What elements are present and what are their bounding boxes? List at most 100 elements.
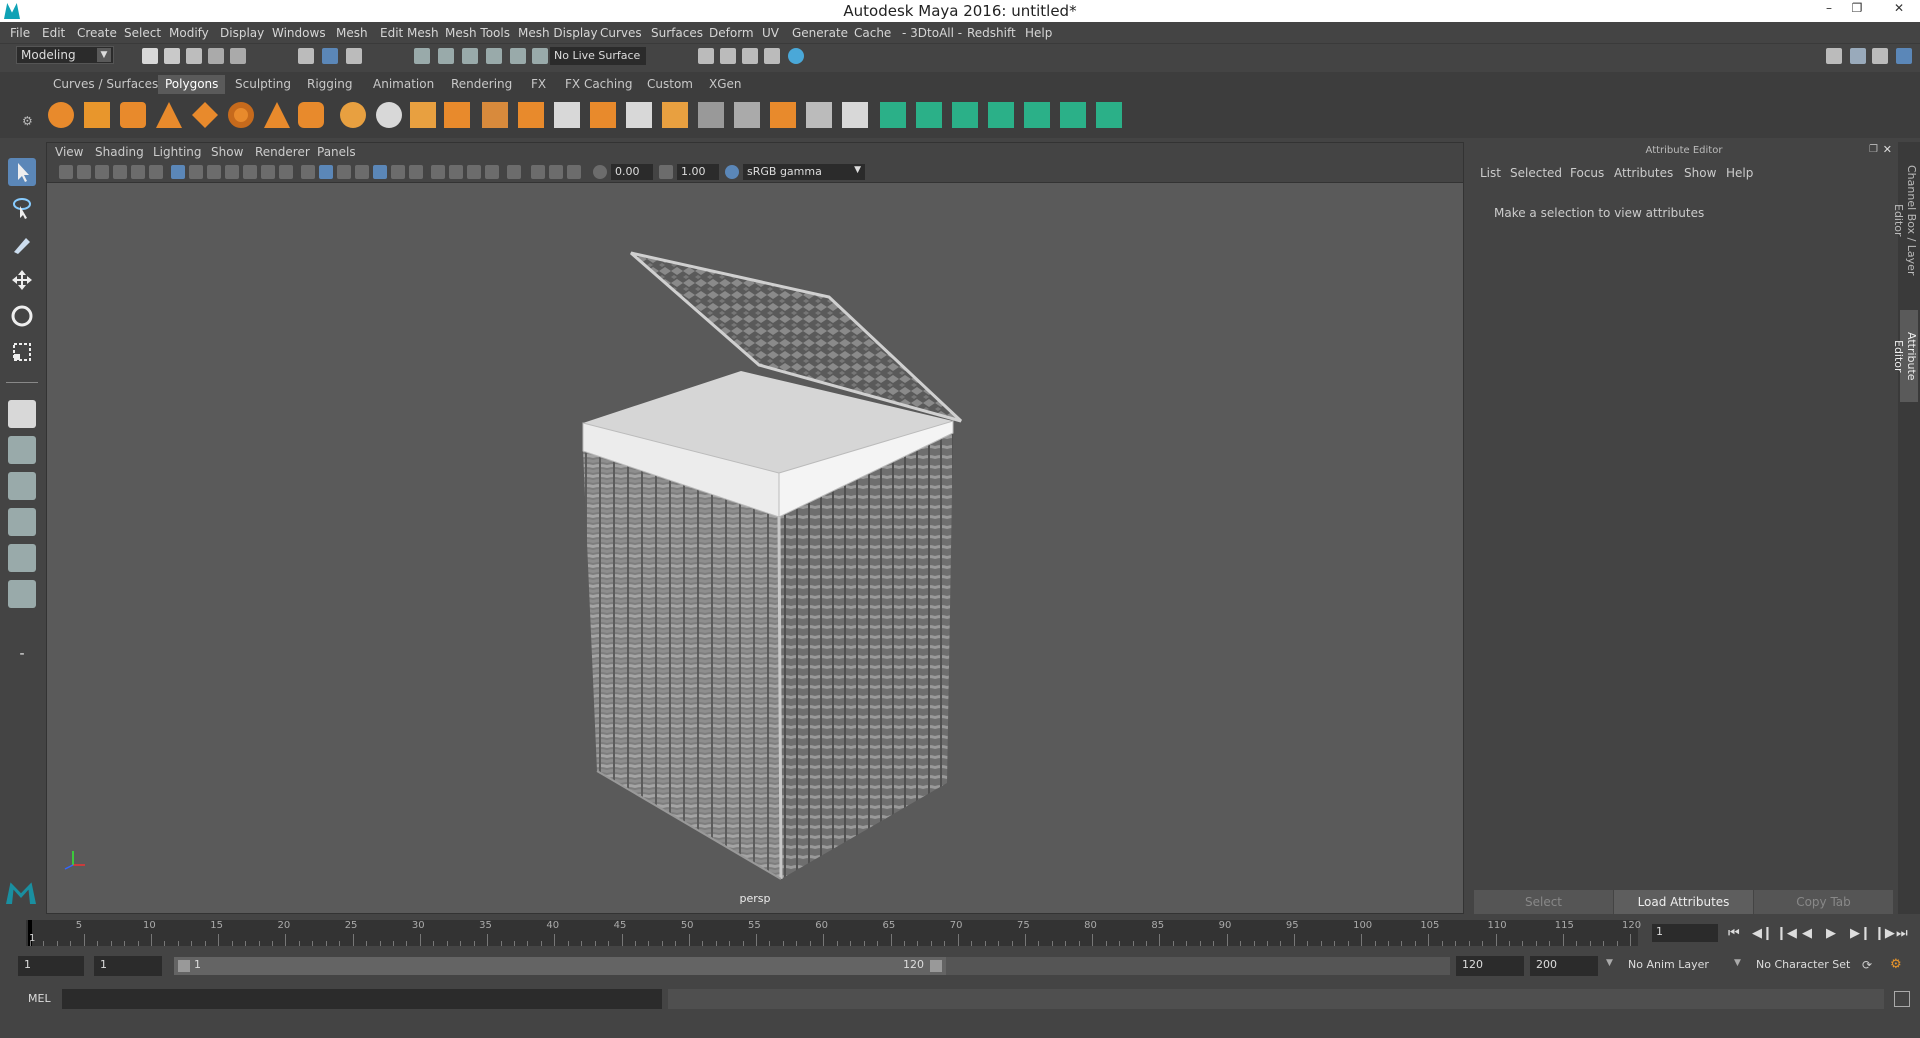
tab-polygons[interactable]: Polygons bbox=[158, 75, 226, 94]
menu-mesh[interactable]: Mesh bbox=[336, 26, 368, 40]
cylindrical-uv-icon[interactable] bbox=[916, 102, 942, 128]
load-attributes-button[interactable]: Load Attributes bbox=[1614, 890, 1753, 914]
gate-mask-icon[interactable] bbox=[225, 165, 239, 179]
tab-sculpting[interactable]: Sculpting bbox=[228, 75, 298, 94]
select-component-icon[interactable] bbox=[346, 48, 362, 64]
poly-torus-icon[interactable] bbox=[228, 102, 254, 128]
playback-start-field[interactable]: 1 bbox=[94, 956, 162, 976]
ae-menu-list[interactable]: List bbox=[1480, 166, 1501, 180]
restore-button[interactable]: ❐ bbox=[1844, 1, 1870, 19]
auto-keyframe-icon[interactable]: ⟳ bbox=[1862, 958, 1872, 972]
anti-aliasing-icon[interactable] bbox=[467, 165, 481, 179]
persp-outliner-layout-icon[interactable] bbox=[8, 472, 36, 500]
combine-icon[interactable] bbox=[340, 102, 366, 128]
go-to-end-icon[interactable]: ⏭ bbox=[1896, 926, 1908, 941]
open-scene-icon[interactable] bbox=[164, 48, 180, 64]
boolean-icon[interactable] bbox=[482, 102, 508, 128]
gamma-field[interactable]: 1.00 bbox=[677, 164, 719, 180]
tab-channel-box-layer-editor[interactable]: Channel Box / Layer Editor bbox=[1892, 150, 1918, 290]
spherical-uv-icon[interactable] bbox=[952, 102, 978, 128]
paint-select-tool-icon[interactable] bbox=[8, 230, 36, 258]
mirror-icon[interactable] bbox=[518, 102, 544, 128]
poly-cylinder-icon[interactable] bbox=[120, 102, 146, 128]
step-back-frame-icon[interactable]: ◀❙ bbox=[1752, 926, 1773, 941]
menu-help[interactable]: Help bbox=[1025, 26, 1052, 40]
tab-attribute-editor[interactable]: Attribute Editor bbox=[1892, 310, 1918, 402]
shadows-icon[interactable] bbox=[409, 165, 423, 179]
expand-layouts-icon[interactable]: - bbox=[8, 640, 36, 668]
separate-icon[interactable] bbox=[376, 102, 402, 128]
play-forwards-icon[interactable]: ▶ bbox=[1826, 926, 1836, 941]
play-backwards-icon[interactable]: ◀ bbox=[1802, 926, 1812, 941]
isolate-select-icon[interactable] bbox=[507, 165, 521, 179]
safe-title-icon[interactable] bbox=[279, 165, 293, 179]
xray-joints-icon[interactable] bbox=[567, 165, 581, 179]
menu-3dtoall[interactable]: - 3DtoAll - bbox=[902, 26, 962, 40]
wireframe-icon[interactable] bbox=[301, 165, 315, 179]
lasso-tool-icon[interactable] bbox=[8, 194, 36, 222]
textured-icon[interactable] bbox=[373, 165, 387, 179]
move-tool-icon[interactable] bbox=[8, 266, 36, 294]
poly-pipe-icon[interactable] bbox=[298, 102, 324, 128]
safe-action-icon[interactable] bbox=[261, 165, 275, 179]
tab-xgen[interactable]: XGen bbox=[702, 75, 749, 94]
go-to-start-icon[interactable]: ⏮ bbox=[1728, 926, 1740, 941]
grease-pencil-icon[interactable] bbox=[149, 165, 163, 179]
ae-menu-help[interactable]: Help bbox=[1726, 166, 1753, 180]
collapse-icon[interactable] bbox=[842, 102, 868, 128]
snap-point-icon[interactable] bbox=[462, 48, 478, 64]
copy-tab-button[interactable]: Copy Tab bbox=[1754, 890, 1893, 914]
smooth-icon[interactable] bbox=[444, 102, 470, 128]
grid-icon[interactable] bbox=[171, 165, 185, 179]
hypershade-icon[interactable] bbox=[788, 48, 804, 64]
color-space-selector[interactable]: sRGB gamma ▼ bbox=[743, 164, 865, 180]
viewport-menu-panels[interactable]: Panels bbox=[317, 145, 356, 159]
camera-attributes-icon[interactable] bbox=[77, 165, 91, 179]
poly-cube-icon[interactable] bbox=[84, 102, 110, 128]
use-default-material-icon[interactable] bbox=[337, 165, 351, 179]
snap-grid-icon[interactable] bbox=[414, 48, 430, 64]
script-editor-icon[interactable] bbox=[1894, 991, 1910, 1007]
attribute-editor-toggle-icon[interactable] bbox=[1850, 48, 1866, 64]
bridge-icon[interactable] bbox=[626, 102, 652, 128]
animation-start-field[interactable]: 1 bbox=[18, 956, 84, 976]
target-weld-icon[interactable] bbox=[770, 102, 796, 128]
make-live-icon[interactable] bbox=[532, 48, 548, 64]
select-object-icon[interactable] bbox=[322, 48, 338, 64]
time-slider-track[interactable]: 1 5 10 15 20 25 30 35 40 45 50 55 60 65 70 75 80 85 90 95 1… bbox=[26, 920, 1641, 946]
select-button[interactable]: Select bbox=[1474, 890, 1613, 914]
menu-deform[interactable]: Deform bbox=[709, 26, 754, 40]
menu-modify[interactable]: Modify bbox=[169, 26, 209, 40]
color-management-icon[interactable] bbox=[725, 165, 739, 179]
viewport-menu-renderer[interactable]: Renderer bbox=[255, 145, 310, 159]
menu-create[interactable]: Create bbox=[77, 26, 117, 40]
range-start-handle[interactable] bbox=[178, 960, 190, 972]
ae-menu-selected[interactable]: Selected bbox=[1510, 166, 1562, 180]
viewport-menu-view[interactable]: View bbox=[55, 145, 83, 159]
new-scene-icon[interactable] bbox=[142, 48, 158, 64]
viewport-menu-show[interactable]: Show bbox=[211, 145, 243, 159]
menu-redshift[interactable]: Redshift bbox=[967, 26, 1016, 40]
menu-mesh-display[interactable]: Mesh Display bbox=[518, 26, 598, 40]
step-forward-frame-icon[interactable]: ❙▶ bbox=[1874, 926, 1895, 941]
smooth-shade-icon[interactable] bbox=[319, 165, 333, 179]
render-current-frame-icon[interactable] bbox=[742, 48, 758, 64]
tab-fx[interactable]: FX bbox=[524, 75, 553, 94]
float-panel-icon[interactable]: ❐ bbox=[1869, 144, 1878, 155]
tab-animation[interactable]: Animation bbox=[366, 75, 441, 94]
tool-settings-toggle-icon[interactable] bbox=[1872, 48, 1888, 64]
xray-icon[interactable] bbox=[531, 165, 545, 179]
tab-fx-caching[interactable]: FX Caching bbox=[558, 75, 639, 94]
animation-end-field[interactable]: 200 bbox=[1530, 956, 1598, 976]
snap-live-icon[interactable] bbox=[510, 48, 526, 64]
exposure-field[interactable]: 0.00 bbox=[611, 164, 653, 180]
menu-surfaces[interactable]: Surfaces bbox=[651, 26, 703, 40]
menu-curves[interactable]: Curves bbox=[600, 26, 642, 40]
tab-curves-surfaces[interactable]: Curves / Surfaces bbox=[46, 75, 165, 94]
persp-graph-layout-icon[interactable] bbox=[8, 508, 36, 536]
uv-editor-icon[interactable] bbox=[1060, 102, 1086, 128]
redo-icon[interactable] bbox=[230, 48, 246, 64]
gamma-icon[interactable] bbox=[659, 165, 673, 179]
persp-uv-layout-icon[interactable] bbox=[8, 580, 36, 608]
command-input[interactable] bbox=[62, 989, 662, 1009]
